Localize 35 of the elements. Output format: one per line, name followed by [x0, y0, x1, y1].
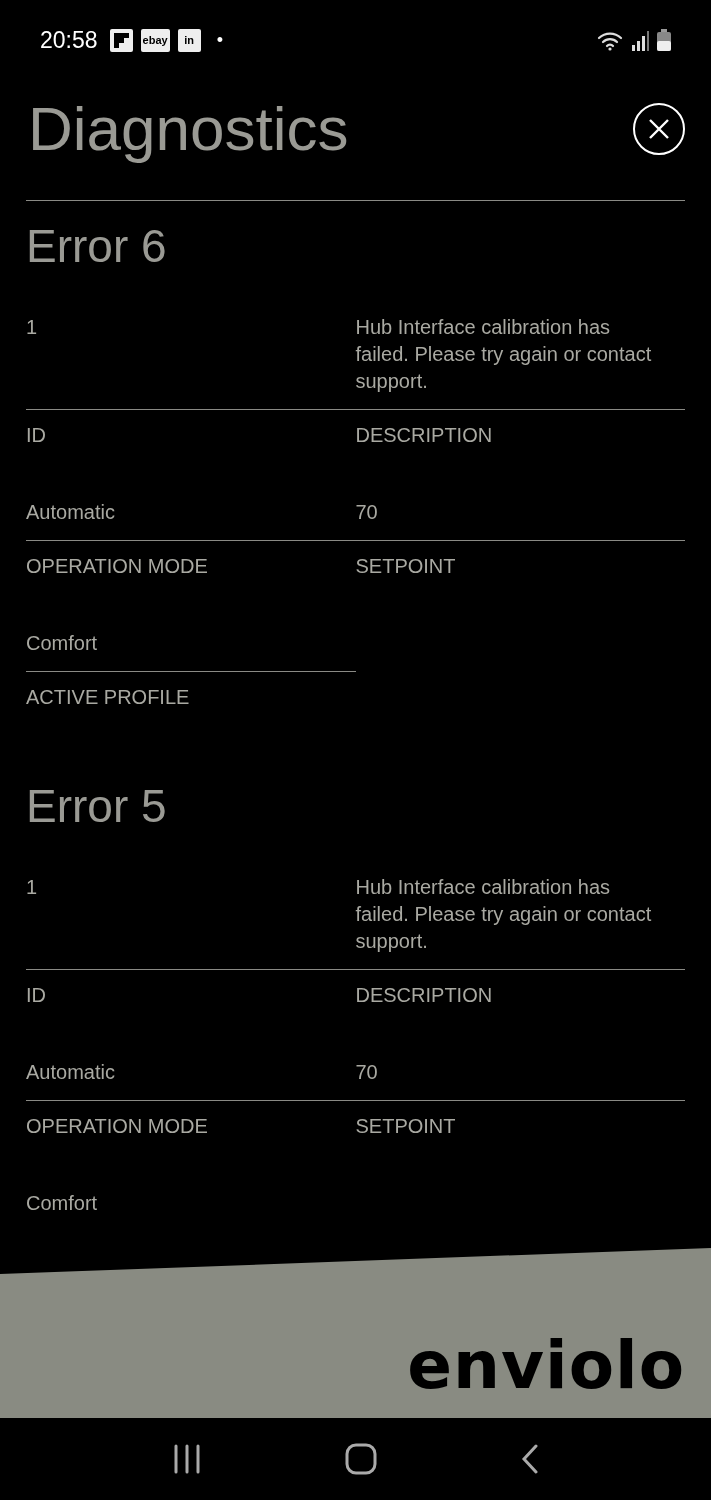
status-dot: •	[216, 28, 223, 52]
field-value: 70	[355, 501, 378, 523]
brand-logo: enviolo	[407, 1327, 685, 1404]
app-notification-icon	[109, 28, 133, 52]
error-title: Error 6	[26, 219, 168, 274]
field-label: SETPOINT	[355, 1115, 456, 1137]
field-label: DESCRIPTION	[355, 424, 493, 446]
field-label: OPERATION MODE	[26, 1115, 208, 1137]
back-icon	[519, 1444, 540, 1474]
page-title: Diagnostics	[28, 93, 349, 165]
app-notification-icon: in	[177, 28, 201, 52]
field-value: 1	[26, 316, 38, 338]
field-value: Hub Interface calibration has failed. Please try again or contact support.	[355, 316, 652, 392]
field-label: ID	[26, 424, 46, 446]
field-label: OPERATION MODE	[26, 555, 208, 577]
status-time: 20:58	[40, 25, 98, 55]
field-value: Automatic	[26, 1061, 115, 1083]
app-notification-icon: ebay	[140, 28, 170, 52]
field-value: 1	[26, 876, 38, 898]
field-value: Hub Interface calibration has failed. Please try again or contact support.	[355, 876, 652, 952]
field-label: SETPOINT	[355, 555, 456, 577]
signal-icon	[631, 31, 649, 51]
battery-icon	[657, 29, 671, 51]
close-icon	[648, 118, 670, 140]
error-title: Error 5	[26, 779, 168, 834]
field-value: Automatic	[26, 501, 115, 523]
field-label: ACTIVE PROFILE	[26, 686, 190, 708]
close-button[interactable]	[633, 103, 685, 155]
field-label: ID	[26, 984, 46, 1006]
field-value: 70	[355, 1061, 378, 1083]
home-icon	[344, 1443, 377, 1475]
field-label: DESCRIPTION	[355, 984, 493, 1006]
wifi-icon	[597, 31, 623, 51]
field-value: Comfort	[26, 1192, 98, 1214]
field-value: Comfort	[26, 632, 98, 654]
